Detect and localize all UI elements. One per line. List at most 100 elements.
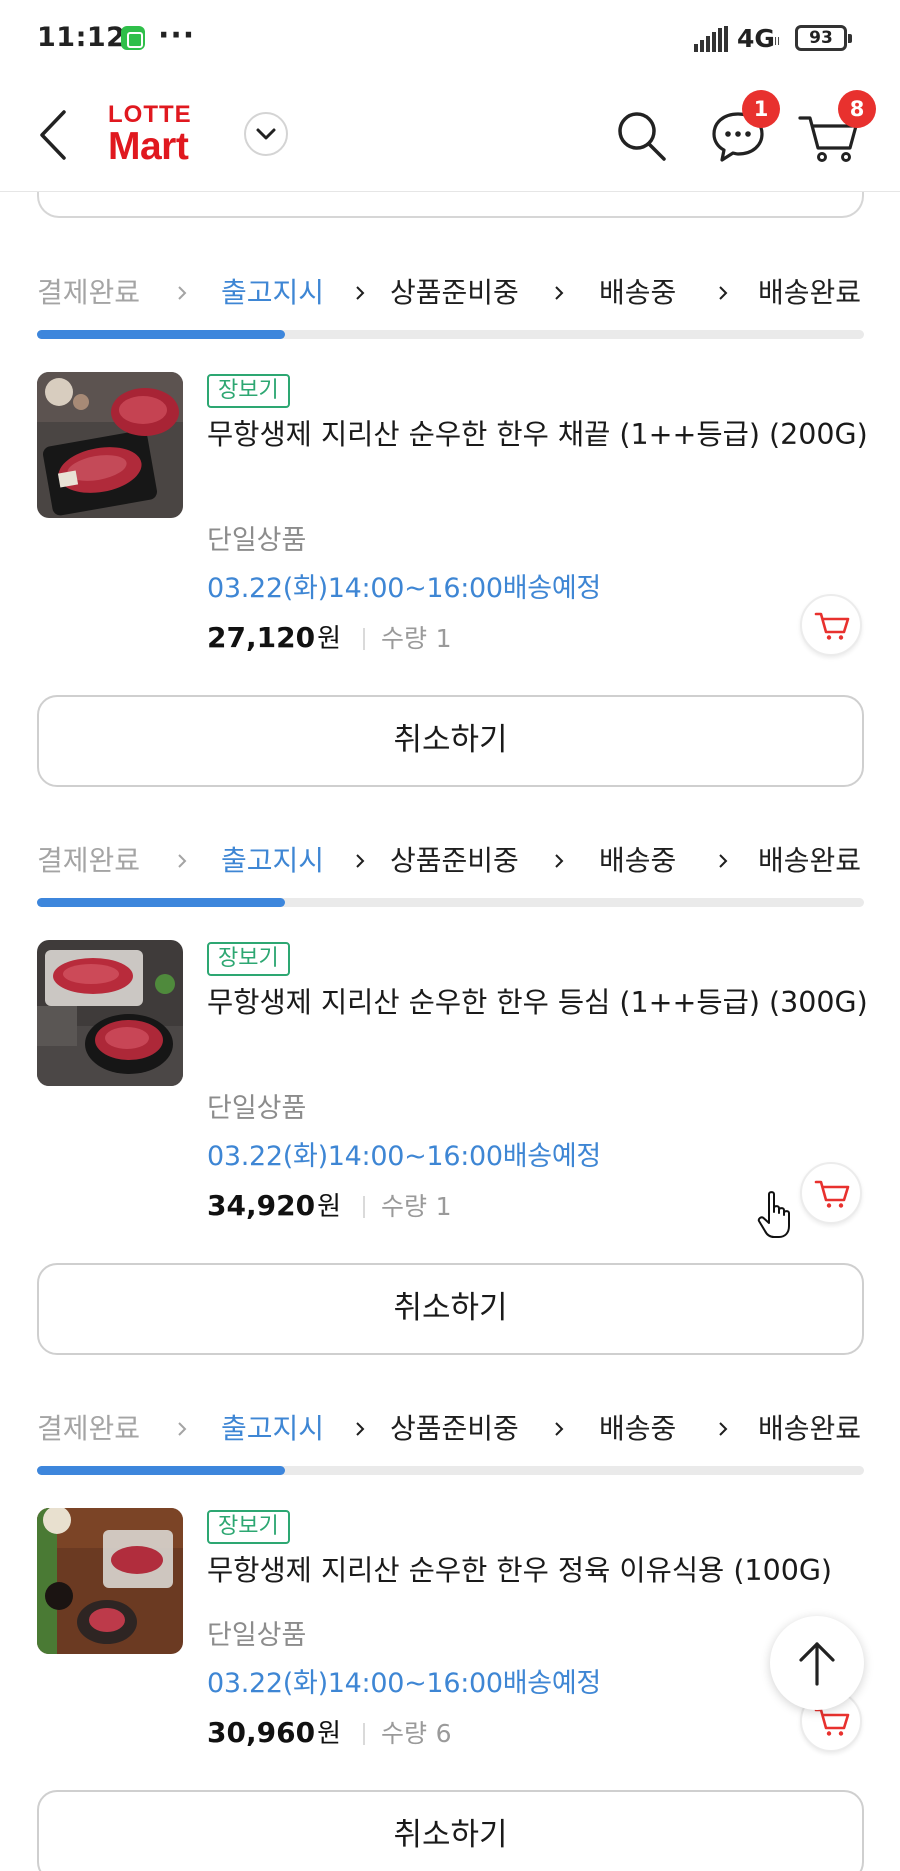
chevron-right-icon <box>178 854 187 868</box>
chevron-right-icon <box>555 854 564 868</box>
chevron-right-icon <box>178 1422 187 1436</box>
product-name[interactable]: 무항생제 지리산 순우한 한우 등심 (1++등급) (300G) <box>207 982 887 1023</box>
cancel-order-button[interactable]: 취소하기 <box>37 695 864 787</box>
category-tag: 장보기 <box>207 374 290 408</box>
chevron-right-icon <box>719 854 728 868</box>
product-image-art <box>37 1508 183 1654</box>
app-notification-icon <box>121 26 145 50</box>
divider <box>362 1196 365 1218</box>
quantity-label: 수량 <box>380 624 427 653</box>
quantity-value: 6 <box>435 1719 452 1748</box>
cart-icon <box>814 1180 850 1208</box>
chevron-right-icon <box>555 286 564 300</box>
status-time: 11:12 <box>37 22 126 53</box>
add-to-cart-button[interactable] <box>800 1162 862 1224</box>
chevron-right-icon <box>356 286 365 300</box>
step-shipping: 배송중 <box>599 276 677 309</box>
cart-button[interactable]: 8 <box>796 90 876 164</box>
order-progress-steps: 결제완료 출고지시 상품준비중 배송중 배송완료 <box>37 274 864 314</box>
product-name[interactable]: 무항생제 지리산 순우한 한우 채끝 (1++등급) (200G) <box>207 414 887 455</box>
order-progress-steps: 결제완료 출고지시 상품준비중 배송중 배송완료 <box>37 1410 864 1450</box>
search-button[interactable] <box>612 104 672 164</box>
step-release-order: 출고지시 <box>221 1412 325 1445</box>
hand-pointer-icon <box>757 1191 790 1238</box>
order-progress-bar <box>37 1466 864 1475</box>
step-delivered: 배송완료 <box>758 844 862 877</box>
delivery-schedule: 03.22(화)14:00~16:00배송예정 <box>207 1141 601 1172</box>
battery-icon: 93 <box>795 25 852 51</box>
product-image-art <box>37 940 183 1086</box>
price-row: 34,920원 수량 1 <box>207 1186 452 1223</box>
order-progress-bar <box>37 330 864 339</box>
currency-unit: 원 <box>317 1192 341 1222</box>
order-progress-bar <box>37 898 864 907</box>
step-preparing: 상품준비중 <box>390 1412 519 1445</box>
chevron-right-icon <box>719 286 728 300</box>
step-delivered: 배송완료 <box>758 1412 862 1445</box>
product-image[interactable] <box>37 372 183 518</box>
step-preparing: 상품준비중 <box>390 844 519 877</box>
lotte-mart-logo[interactable]: LOTTE Mart <box>108 102 220 168</box>
product-name[interactable]: 무항생제 지리산 순우한 한우 정육 이유식용 (100G) <box>207 1550 887 1591</box>
divider <box>362 628 365 650</box>
delivery-schedule: 03.22(화)14:00~16:00배송예정 <box>207 573 601 604</box>
price-row: 30,960원 수량 6 <box>207 1713 452 1750</box>
step-payment-complete: 결제완료 <box>37 1412 141 1445</box>
quantity-label: 수량 <box>380 1719 427 1748</box>
battery-level: 93 <box>809 28 833 48</box>
chevron-down-icon <box>256 128 276 140</box>
divider <box>362 1723 365 1745</box>
app-header: LOTTE Mart 1 8 <box>0 80 900 192</box>
back-arrow-icon <box>40 110 66 160</box>
step-payment-complete: 결제완료 <box>37 844 141 877</box>
product-price: 27,120 <box>207 621 316 654</box>
cart-icon <box>814 612 850 640</box>
quantity-value: 1 <box>435 1192 452 1221</box>
chevron-right-icon <box>356 1422 365 1436</box>
step-preparing: 상품준비중 <box>390 276 519 309</box>
order-progress-fill <box>37 1466 286 1475</box>
status-bar: 11:12 ··· 4G ll 93 <box>0 0 900 80</box>
step-release-order: 출고지시 <box>221 276 325 309</box>
category-tag: 장보기 <box>207 942 290 976</box>
network-activity-icon: ll <box>774 35 781 48</box>
product-option: 단일상품 <box>207 525 307 556</box>
more-notifications-icon: ··· <box>158 18 196 53</box>
step-delivered: 배송완료 <box>758 276 862 309</box>
order-progress-fill <box>37 330 286 339</box>
chat-badge: 1 <box>742 90 780 128</box>
scroll-to-top-button[interactable] <box>770 1616 864 1710</box>
mall-switch-dropdown[interactable] <box>244 112 288 156</box>
order-progress-steps: 결제완료 출고지시 상품준비중 배송중 배송완료 <box>37 842 864 882</box>
quantity-value: 1 <box>435 624 452 653</box>
network-type: 4G <box>737 24 775 53</box>
search-icon <box>618 112 666 161</box>
chevron-right-icon <box>356 854 365 868</box>
add-to-cart-button[interactable] <box>800 594 862 656</box>
back-button[interactable] <box>30 102 80 168</box>
product-image[interactable] <box>37 1508 183 1654</box>
product-option: 단일상품 <box>207 1620 307 1651</box>
product-image-art <box>37 372 183 518</box>
cancel-order-button[interactable]: 취소하기 <box>37 1263 864 1355</box>
logo-text-bottom: Mart <box>108 125 189 168</box>
chevron-right-icon <box>719 1422 728 1436</box>
cart-badge: 8 <box>838 90 876 128</box>
product-price: 30,960 <box>207 1716 316 1749</box>
cancel-order-button[interactable]: 취소하기 <box>37 1790 864 1871</box>
quantity-label: 수량 <box>380 1192 427 1221</box>
step-payment-complete: 결제완료 <box>37 276 141 309</box>
product-price: 34,920 <box>207 1189 316 1222</box>
arrow-up-icon <box>799 1642 835 1686</box>
step-release-order: 출고지시 <box>221 844 325 877</box>
product-option: 단일상품 <box>207 1093 307 1124</box>
chevron-right-icon <box>178 286 187 300</box>
order-progress-fill <box>37 898 286 907</box>
step-shipping: 배송중 <box>599 1412 677 1445</box>
delivery-schedule: 03.22(화)14:00~16:00배송예정 <box>207 1668 601 1699</box>
chat-button[interactable]: 1 <box>708 90 780 164</box>
category-tag: 장보기 <box>207 1510 290 1544</box>
price-row: 27,120원 수량 1 <box>207 618 452 655</box>
product-image[interactable] <box>37 940 183 1086</box>
signal-strength-icon <box>694 26 730 52</box>
